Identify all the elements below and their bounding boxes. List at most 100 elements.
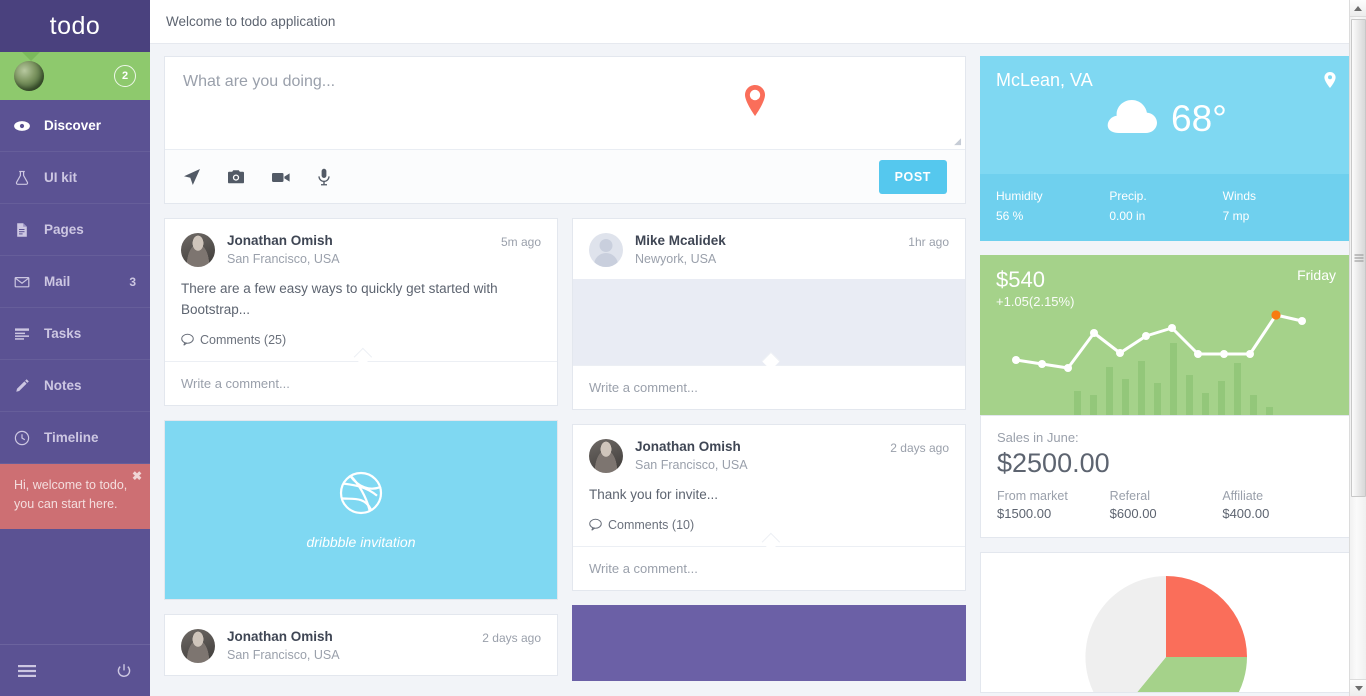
sidebar-item-timeline[interactable]: Timeline (0, 412, 150, 464)
sidebar-item-pages[interactable]: Pages (0, 204, 150, 256)
post-column-right: Mike Mcalidek Newyork, USA 1hr ago Write… (572, 218, 966, 681)
weather-stat-key: Winds (1222, 189, 1256, 203)
sidebar-item-label: Timeline (44, 430, 99, 445)
post-author: Jonathan Omish (635, 439, 741, 454)
composer-placeholder: What are you doing... (183, 73, 336, 90)
scroll-down-button[interactable] (1350, 679, 1366, 696)
sidebar-item-notes[interactable]: Notes (0, 360, 150, 412)
weather-reading: 68° (996, 97, 1336, 140)
post-location: San Francisco, USA (227, 251, 340, 266)
stock-day: Friday (1297, 266, 1336, 283)
sales-item-value: $400.00 (1222, 506, 1270, 522)
sales-item-key: From market (997, 489, 1068, 504)
post-time: 2 days ago (482, 630, 541, 645)
sales-breakdown: From market $1500.00 Referal $600.00 Aff… (997, 489, 1335, 521)
post-card: Jonathan Omish San Francisco, USA 2 days… (572, 424, 966, 591)
video-icon[interactable] (271, 168, 291, 186)
post-text: There are a few easy ways to quickly get… (181, 281, 498, 317)
weather-stat: Humidity 56 % (996, 186, 1109, 227)
power-icon[interactable] (116, 663, 132, 679)
map-pin-icon (737, 83, 773, 119)
vertical-scrollbar[interactable] (1349, 0, 1366, 696)
weather-stats: Humidity 56 % Precip. 0.00 in Winds 7 mp (980, 174, 1352, 241)
hamburger-icon[interactable] (18, 664, 36, 678)
comment-input[interactable]: Write a comment... (573, 365, 965, 409)
post-grid: Jonathan Omish San Francisco, USA 5m ago… (164, 218, 966, 681)
resize-grip[interactable]: ◢ (954, 136, 961, 147)
sidebar-item-mail[interactable]: Mail 3 (0, 256, 150, 308)
sales-summary: Sales in June: $2500.00 From market $150… (980, 414, 1352, 539)
comment-input[interactable]: Write a comment... (165, 360, 557, 405)
composer-toolbar: POST (165, 149, 965, 203)
sidebar-item-ui-kit[interactable]: UI kit (0, 152, 150, 204)
comment-input[interactable]: Write a comment... (573, 545, 965, 590)
pencil-icon (14, 378, 36, 394)
sales-widget: $540 +1.05(2.15%) Friday Sales in June: … (980, 254, 1352, 539)
post-card: Jonathan Omish San Francisco, USA 5m ago… (164, 218, 558, 406)
chart-highlight-point (1271, 310, 1281, 320)
microphone-icon[interactable] (317, 168, 331, 186)
main-area: Welcome to todo application What are you… (150, 0, 1366, 696)
sidebar-item-discover[interactable]: Discover (0, 100, 150, 152)
sales-item-value: $600.00 (1109, 506, 1157, 522)
list-icon (14, 326, 36, 342)
map-pin-icon[interactable] (1324, 72, 1336, 93)
chevron-up-icon (1354, 5, 1362, 11)
sidebar-footer (0, 644, 150, 696)
flask-icon (14, 170, 36, 186)
location-arrow-icon[interactable] (183, 168, 201, 186)
purple-promo-block[interactable] (572, 604, 966, 681)
dribbble-label: dribbble invitation (306, 534, 416, 551)
app-brand: todo (0, 0, 150, 52)
post-header: Jonathan Omish San Francisco, USA 2 days… (573, 425, 965, 485)
composer-textarea[interactable]: What are you doing... ◢ (165, 57, 965, 149)
pie-chart-widget (980, 552, 1352, 694)
post-card: Jonathan Omish San Francisco, USA 2 days… (164, 613, 558, 676)
post-header: Jonathan Omish San Francisco, USA 2 days… (165, 615, 557, 675)
sidebar-item-label: Pages (44, 222, 84, 237)
scrollbar-thumb[interactable] (1351, 19, 1366, 497)
dribbble-invitation-card[interactable]: dribbble invitation (164, 419, 558, 600)
file-icon (14, 222, 36, 238)
post-author: Jonathan Omish (227, 628, 333, 644)
post-author: Mike Mcalidek (635, 233, 726, 248)
envelope-icon (14, 274, 36, 290)
weather-stat-value: 7 mp (1222, 209, 1250, 224)
post-location: San Francisco, USA (635, 457, 748, 472)
post-author-meta: Jonathan Omish San Francisco, USA (227, 233, 340, 266)
post-comments-count: Comments (10) (608, 517, 695, 532)
clock-icon (14, 430, 36, 446)
eye-icon (14, 118, 36, 134)
avatar (589, 439, 623, 473)
scroll-up-button[interactable] (1350, 0, 1366, 17)
post-author-meta: Jonathan Omish San Francisco, USA (635, 439, 748, 472)
chevron-down-icon (1354, 685, 1363, 691)
sidebar-item-tasks[interactable]: Tasks (0, 308, 150, 360)
post-header: Mike Mcalidek Newyork, USA 1hr ago (573, 219, 965, 279)
sales-label: Sales in June: (997, 429, 1079, 445)
post-comments-count: Comments (25) (200, 332, 287, 347)
comment-bubble-icon (181, 334, 194, 347)
avatar (181, 233, 215, 267)
sales-breakdown-item: Referal $600.00 (1110, 489, 1223, 521)
stock-line-chart (1012, 310, 1306, 415)
avatar (14, 61, 44, 91)
post-location: Newyork, USA (635, 251, 717, 266)
chart-line (1014, 313, 1304, 370)
page-title: Welcome to todo application (166, 14, 336, 29)
post-button[interactable]: POST (878, 159, 947, 194)
pie-chart (1085, 576, 1247, 693)
post-header: Jonathan Omish San Francisco, USA 5m ago (165, 219, 557, 279)
notification-badge[interactable]: 2 (114, 65, 136, 87)
weather-stat: Precip. 0.00 in (1109, 186, 1222, 227)
weather-stat-key: Humidity (996, 189, 1043, 203)
sales-item-key: Referal (1109, 489, 1150, 504)
camera-icon[interactable] (227, 168, 245, 186)
welcome-note: ✖ Hi, welcome to todo, you can start her… (0, 464, 150, 529)
post-composer: What are you doing... ◢ POST (164, 56, 966, 204)
sales-total: $2500.00 (997, 447, 1110, 478)
close-icon[interactable]: ✖ (132, 470, 142, 482)
sidebar-profile[interactable]: 2 (0, 52, 150, 100)
post-time: 5m ago (500, 235, 541, 249)
